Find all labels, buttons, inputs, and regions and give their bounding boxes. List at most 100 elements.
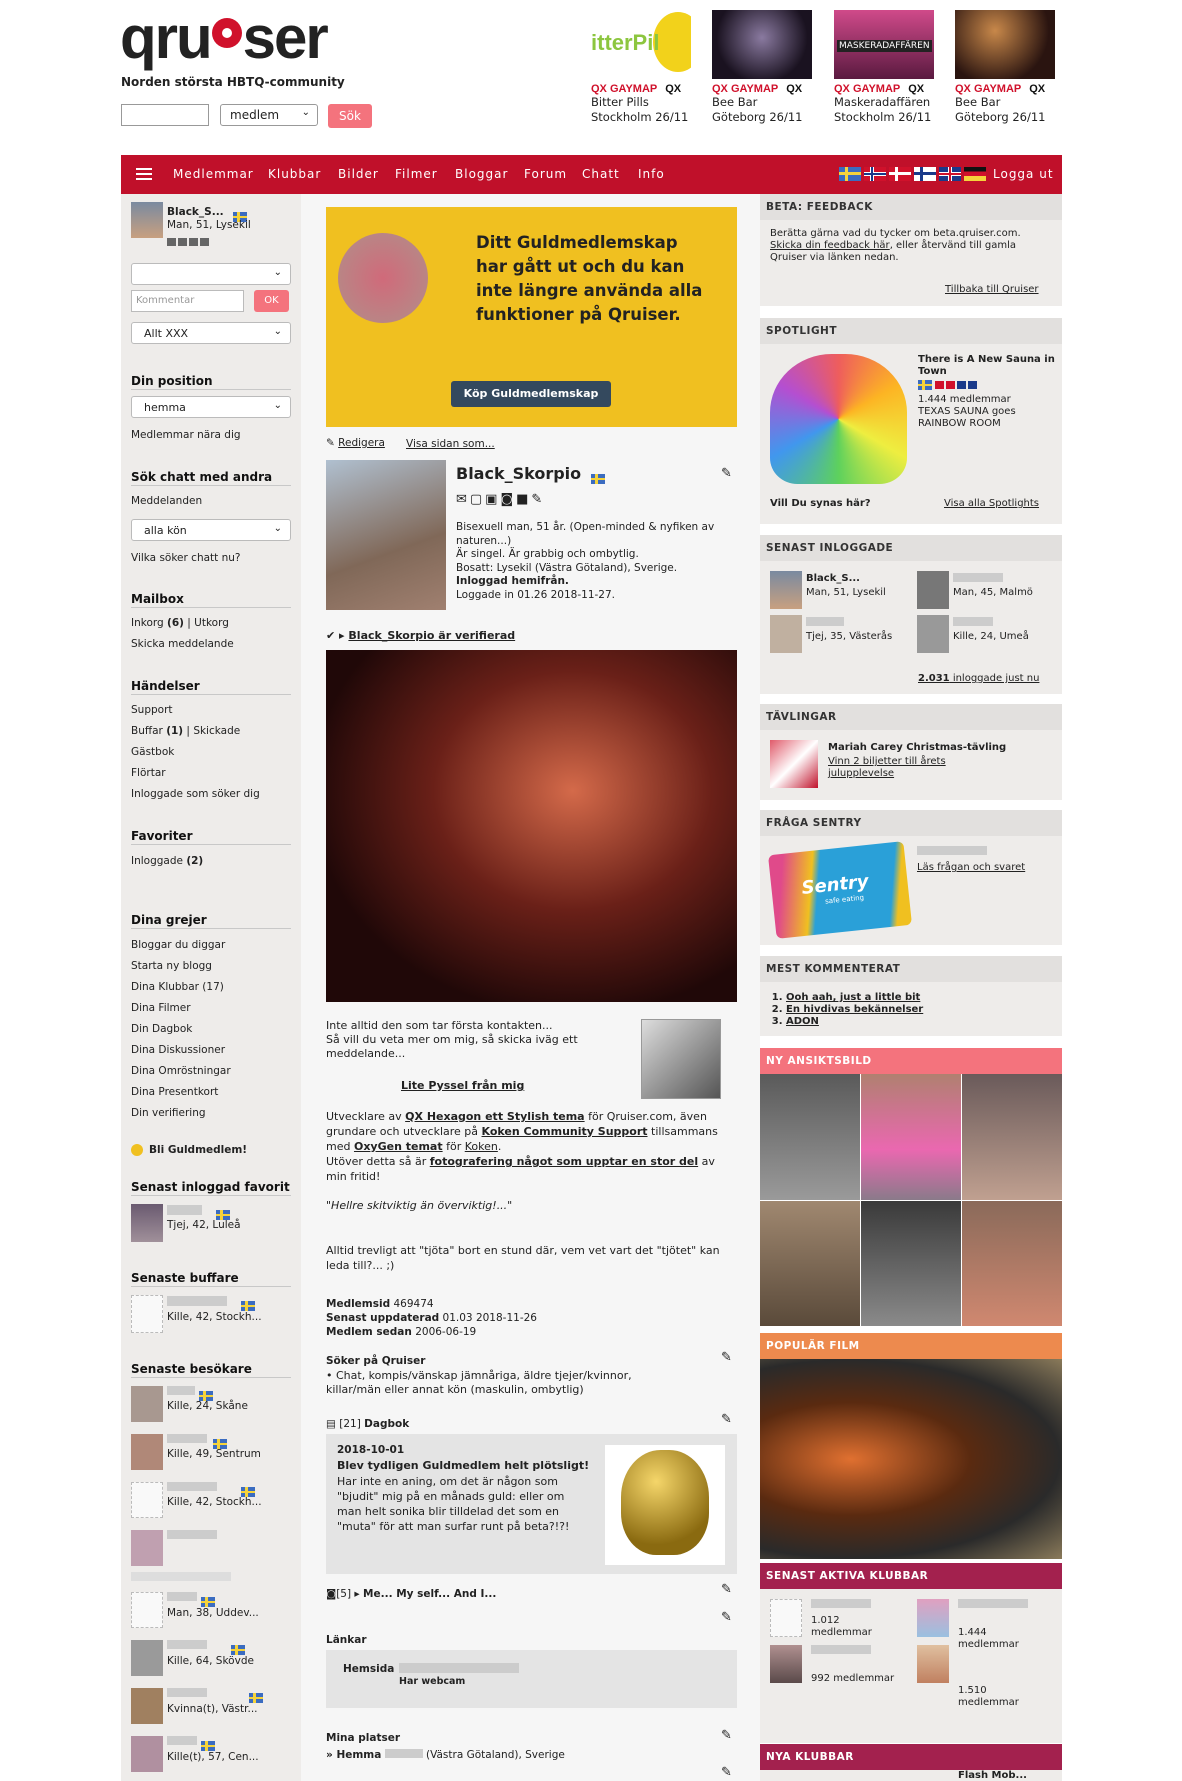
nav-item-chatt[interactable]: Chatt bbox=[582, 167, 620, 181]
side-image[interactable] bbox=[641, 1019, 721, 1099]
nav-item-info[interactable]: Info bbox=[638, 167, 665, 181]
gender-select[interactable]: alla kön ⌄ bbox=[131, 519, 291, 541]
flag-fi-icon[interactable] bbox=[914, 167, 936, 181]
user-name[interactable]: Black_S... bbox=[167, 206, 224, 218]
commented-item[interactable]: En hivdivas bekännelser bbox=[786, 1004, 923, 1016]
stuff-link[interactable]: Din Dagbok bbox=[131, 1023, 192, 1035]
edit-icon[interactable]: ✎ bbox=[721, 1728, 732, 1743]
album-link[interactable]: ◙[5] ▸ Me... My self... And I... bbox=[326, 1588, 496, 1600]
stuff-link[interactable]: Dina Diskussioner bbox=[131, 1044, 225, 1056]
club-thumb[interactable] bbox=[917, 1599, 949, 1637]
online-count-link[interactable]: 2.031 inloggade just nu bbox=[918, 673, 1039, 685]
club-thumb[interactable] bbox=[917, 1645, 949, 1683]
new-club-name[interactable]: Flash Mob... bbox=[958, 1770, 1027, 1781]
avatar[interactable] bbox=[770, 615, 802, 653]
action-select[interactable]: ⌄ bbox=[131, 263, 291, 285]
stuff-link[interactable]: Dina Omröstningar bbox=[131, 1065, 231, 1077]
face-thumb[interactable] bbox=[962, 1074, 1062, 1200]
messages-link[interactable]: Meddelanden bbox=[131, 495, 202, 507]
avatar[interactable] bbox=[131, 1688, 163, 1724]
ad-banner[interactable]: QX GAYMAP QX Bee Bar Göteborg 26/11 bbox=[712, 10, 812, 125]
flag-dk-icon[interactable] bbox=[889, 167, 911, 181]
nav-item-klubbar[interactable]: Klubbar bbox=[268, 167, 321, 181]
face-thumb[interactable] bbox=[861, 1200, 961, 1326]
stuff-link[interactable]: Din verifiering bbox=[131, 1107, 206, 1119]
edit-link[interactable]: ✎ Redigera bbox=[326, 437, 385, 449]
avatar[interactable] bbox=[917, 571, 949, 609]
stuff-link[interactable]: Dina Klubbar (17) bbox=[131, 981, 224, 993]
flag-se-icon[interactable] bbox=[839, 167, 861, 181]
face-thumb[interactable] bbox=[962, 1200, 1062, 1326]
competition-name[interactable]: Mariah Carey Christmas-tävling bbox=[828, 742, 1006, 754]
edit-icon[interactable]: ✎ bbox=[721, 466, 732, 481]
logout-link[interactable]: Logga ut bbox=[993, 167, 1054, 181]
commented-item[interactable]: ADON bbox=[786, 1016, 923, 1028]
face-thumb[interactable] bbox=[760, 1074, 860, 1200]
stuff-link[interactable]: Dina Filmer bbox=[131, 1002, 191, 1014]
search-type-select[interactable]: medlem ⌄ bbox=[220, 104, 318, 126]
send-message-link[interactable]: Skicka meddelande bbox=[131, 638, 234, 650]
inbox-link[interactable]: Inkorg (6) | Utkorg bbox=[131, 617, 229, 629]
avatar[interactable] bbox=[131, 1736, 163, 1772]
club-thumb[interactable] bbox=[770, 1599, 802, 1637]
hamburger-icon[interactable] bbox=[136, 168, 152, 170]
edit-icon[interactable]: ✎ bbox=[721, 1412, 732, 1427]
support-link[interactable]: Support bbox=[131, 704, 173, 716]
position-select[interactable]: hemma ⌄ bbox=[131, 396, 291, 418]
blurred-link[interactable] bbox=[399, 1663, 519, 1673]
all-spotlights-link[interactable]: Visa alla Spotlights bbox=[944, 498, 1039, 510]
stuff-link[interactable]: Starta ny blogg bbox=[131, 960, 212, 972]
ad-banner[interactable]: MASKERADAFFÄREN QX GAYMAP QX Maskeradaffä… bbox=[834, 10, 934, 125]
fav-online-link[interactable]: Inloggade (2) bbox=[131, 855, 203, 867]
avatar[interactable] bbox=[131, 1295, 163, 1333]
nav-item-medlemmar[interactable]: Medlemmar bbox=[173, 167, 254, 181]
guestbook-link[interactable]: Gästbok bbox=[131, 746, 174, 758]
avatar[interactable] bbox=[131, 1204, 163, 1242]
pyssel-link[interactable]: Lite Pyssel från mig bbox=[401, 1079, 524, 1092]
avatar[interactable] bbox=[131, 1640, 163, 1676]
flag-uk-icon[interactable] bbox=[939, 167, 961, 181]
profile-action-icons[interactable]: ✉▢▣◙■✎ bbox=[456, 492, 545, 507]
diary-header[interactable]: ▤ [21] Dagbok bbox=[326, 1418, 409, 1430]
film-thumb[interactable] bbox=[760, 1359, 1062, 1559]
diary-entry[interactable]: 2018-10-01 Blev tydligen Guldmedlem helt… bbox=[326, 1434, 737, 1574]
avatar[interactable] bbox=[131, 1482, 163, 1518]
face-thumb[interactable] bbox=[861, 1074, 961, 1200]
view-as-link[interactable]: Visa sidan som... bbox=[406, 438, 495, 450]
online-search-link[interactable]: Inloggade som söker dig bbox=[131, 788, 260, 800]
comment-input[interactable]: Kommentar bbox=[131, 290, 244, 312]
club-thumb[interactable] bbox=[770, 1645, 802, 1683]
buffar-link[interactable]: Buffar (1) | Skickade bbox=[131, 725, 240, 737]
nav-item-bloggar[interactable]: Bloggar bbox=[455, 167, 508, 181]
edit-icon[interactable]: ✎ bbox=[721, 1765, 732, 1780]
competition-link[interactable]: Vinn 2 biljetter till årets julupplevels… bbox=[828, 756, 988, 780]
flirts-link[interactable]: Flörtar bbox=[131, 767, 166, 779]
avatar[interactable] bbox=[131, 202, 163, 238]
verified-link[interactable]: ✔ ▸ Black_Skorpio är verifierad bbox=[326, 629, 515, 642]
spotlight-image[interactable] bbox=[770, 354, 907, 484]
nav-item-bilder[interactable]: Bilder bbox=[338, 167, 379, 181]
stuff-link[interactable]: Bloggar du diggar bbox=[131, 939, 225, 951]
qruiser-logo[interactable]: qru ser bbox=[120, 8, 329, 68]
buy-gold-button[interactable]: Köp Guldmedlemskap bbox=[451, 381, 611, 407]
flag-de-icon[interactable] bbox=[964, 167, 986, 181]
avatar[interactable] bbox=[770, 571, 802, 609]
stuff-link[interactable]: Dina Presentkort bbox=[131, 1086, 218, 1098]
profile-photo[interactable] bbox=[326, 460, 446, 610]
avatar[interactable] bbox=[131, 1592, 163, 1628]
spotlight-name[interactable]: There is A New Sauna in Town bbox=[918, 354, 1058, 378]
edit-icon[interactable]: ✎ bbox=[721, 1582, 732, 1597]
avatar[interactable] bbox=[131, 1386, 163, 1422]
back-link[interactable]: Tillbaka till Qruiser bbox=[945, 284, 1039, 296]
flag-no-icon[interactable] bbox=[864, 167, 886, 181]
avatar[interactable] bbox=[131, 1434, 163, 1470]
edit-icon[interactable]: ✎ bbox=[721, 1350, 732, 1365]
ad-banner[interactable]: itterPil QX GAYMAP QX Bitter Pills Stockho… bbox=[591, 10, 691, 125]
nearby-link[interactable]: Medlemmar nära dig bbox=[131, 429, 241, 441]
gold-member-link[interactable]: Bli Guldmedlem! bbox=[149, 1144, 247, 1156]
ok-button[interactable]: OK bbox=[254, 290, 289, 312]
competition-image[interactable] bbox=[770, 740, 818, 788]
avatar[interactable] bbox=[917, 615, 949, 653]
nav-item-forum[interactable]: Forum bbox=[524, 167, 567, 181]
who-chat-link[interactable]: Vilka söker chatt nu? bbox=[131, 552, 241, 564]
